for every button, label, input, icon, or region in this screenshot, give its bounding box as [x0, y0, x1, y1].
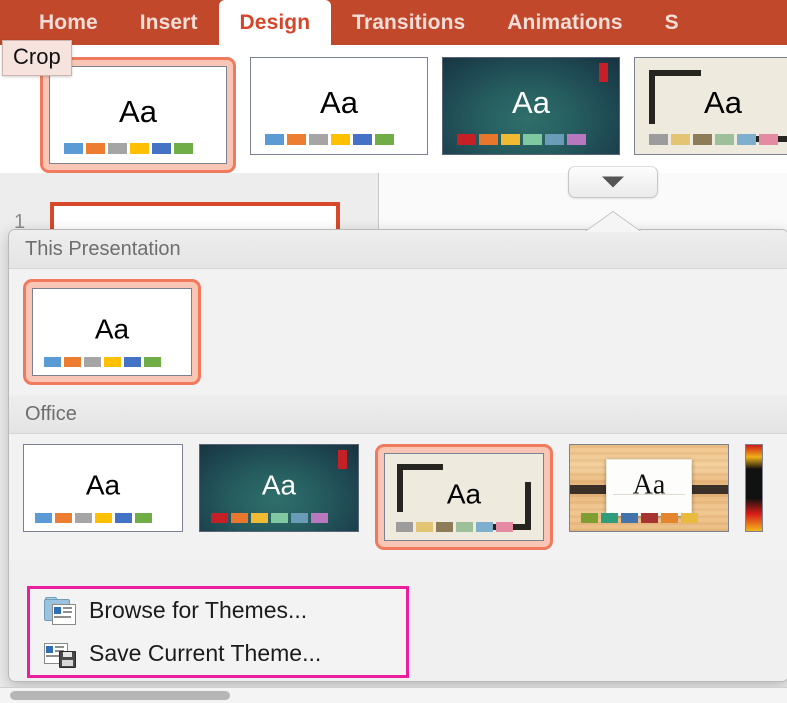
- ribbon-theme-berlin-cream[interactable]: Aa: [634, 57, 787, 155]
- menu-item-label: Browse for Themes...: [89, 599, 307, 622]
- ribbon-tabs: Home Insert Design Transitions Animation…: [0, 0, 787, 45]
- theme-preview-text: Aa: [443, 85, 619, 121]
- theme-preview-text: Aa: [24, 469, 182, 501]
- ribbon-content-area: Aa Aa Aa Aa: [0, 45, 787, 174]
- theme-preview-text: Aa: [50, 94, 226, 130]
- popup-theme-partial-cutoff[interactable]: [745, 444, 763, 532]
- tab-animations[interactable]: Animations: [486, 0, 643, 45]
- theme-color-swatches: [211, 513, 328, 523]
- section-header-office: Office: [9, 395, 787, 434]
- scrollbar-thumb[interactable]: [10, 691, 230, 700]
- popup-theme-office-white-selected[interactable]: Aa: [23, 279, 201, 385]
- theme-thumbnail: Aa: [32, 288, 192, 376]
- tab-design[interactable]: Design: [219, 0, 332, 45]
- section-title: This Presentation: [25, 238, 181, 261]
- theme-preview-text: Aa: [33, 313, 191, 345]
- theme-accent-bar: [599, 63, 608, 82]
- popup-theme-facet-dark-teal[interactable]: Aa: [199, 444, 359, 532]
- popup-theme-office-white[interactable]: Aa: [23, 444, 183, 532]
- popup-theme-berlin-cream-selected[interactable]: Aa: [375, 444, 553, 550]
- theme-color-swatches: [457, 134, 586, 145]
- section-body-office: Aa Aa Aa: [9, 434, 787, 560]
- theme-thumbnail: Aa: [384, 453, 544, 541]
- theme-color-swatches: [649, 134, 778, 145]
- theme-color-swatches: [265, 134, 394, 145]
- popup-pointer: [585, 212, 641, 232]
- tab-slide-show[interactable]: S: [644, 0, 700, 45]
- tab-insert[interactable]: Insert: [119, 0, 219, 45]
- ribbon-theme-facet-dark-teal[interactable]: Aa: [442, 57, 620, 155]
- folder-themes-icon: [44, 597, 75, 624]
- theme-color-swatches: [396, 522, 513, 532]
- ribbon-theme-gallery: Aa Aa Aa Aa: [40, 57, 787, 173]
- theme-color-swatches: [35, 513, 152, 523]
- theme-color-swatches: [44, 357, 161, 367]
- save-theme-icon: [44, 640, 75, 667]
- popup-theme-wood-type[interactable]: Aa: [569, 444, 729, 532]
- chevron-down-icon: [602, 177, 624, 188]
- theme-color-swatches: [581, 513, 698, 523]
- theme-preview-text: Aa: [385, 478, 543, 510]
- ribbon-theme-office-white-2[interactable]: Aa: [250, 57, 428, 155]
- theme-actions-menu: Browse for Themes... Save Current Theme.…: [27, 586, 409, 678]
- section-body-this-presentation: Aa: [9, 269, 787, 395]
- theme-preview-text: Aa: [570, 469, 728, 501]
- menu-item-save-current-theme[interactable]: Save Current Theme...: [30, 632, 406, 675]
- theme-preview-text: Aa: [251, 85, 427, 121]
- section-title: Office: [25, 403, 77, 426]
- tab-home[interactable]: Home: [18, 0, 119, 45]
- ribbon-tab-bar: Home Insert Design Transitions Animation…: [0, 0, 787, 45]
- section-header-this-presentation: This Presentation: [9, 230, 787, 269]
- tooltip-crop: Crop: [2, 40, 72, 76]
- theme-thumbnail: Aa: [49, 66, 227, 164]
- tab-transitions[interactable]: Transitions: [331, 0, 486, 45]
- theme-preview-text: Aa: [635, 85, 787, 121]
- theme-gallery-expand-button[interactable]: [568, 166, 658, 198]
- theme-preview-text: Aa: [200, 469, 358, 501]
- theme-color-swatches: [64, 143, 193, 154]
- theme-accent-bar: [338, 450, 347, 469]
- menu-item-browse-for-themes[interactable]: Browse for Themes...: [30, 589, 406, 632]
- horizontal-scrollbar[interactable]: [0, 687, 787, 703]
- menu-item-label: Save Current Theme...: [89, 642, 321, 665]
- pane-divider: [378, 173, 379, 233]
